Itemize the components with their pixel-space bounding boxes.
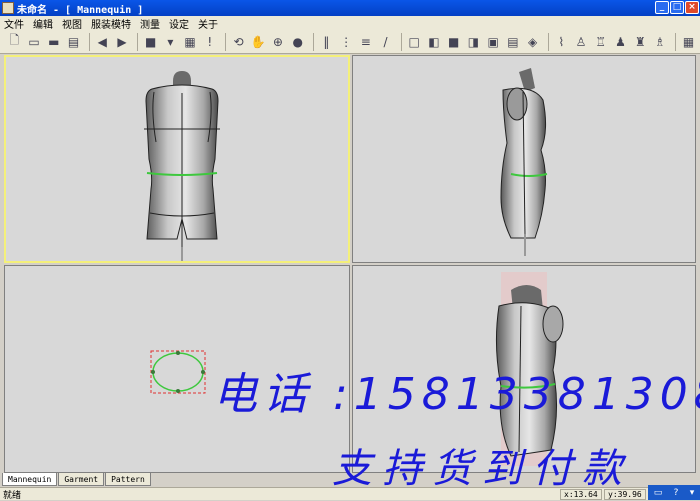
- toolbar-separator: [225, 32, 227, 51]
- menu-file[interactable]: 文件: [0, 16, 29, 31]
- ruler-ticks-icon[interactable]: ⋮: [338, 33, 355, 51]
- tray-menu-icon[interactable]: ▾: [690, 488, 695, 498]
- view-tabs: Mannequin Garment Pattern: [2, 473, 152, 487]
- menu-measure[interactable]: 测量: [136, 16, 165, 31]
- hint-icon[interactable]: !: [201, 33, 218, 51]
- waist-outline: [152, 352, 204, 392]
- rotate-icon[interactable]: ⟲: [230, 33, 247, 51]
- maximize-button[interactable]: □: [670, 1, 684, 14]
- close-button[interactable]: ×: [685, 1, 699, 14]
- title-bar: 未命名 - [ Mannequin ] _ □ ×: [0, 0, 700, 16]
- toolbar-separator: [137, 32, 139, 51]
- list-icon[interactable]: ≡: [357, 33, 374, 51]
- menu-mannequin[interactable]: 服装模特: [87, 16, 136, 31]
- measure-body-icon[interactable]: ⌇: [553, 33, 570, 51]
- cube-icon[interactable]: ■: [142, 33, 159, 51]
- side-mannequin: [500, 68, 548, 256]
- front-mannequin: [144, 71, 220, 261]
- minimize-button[interactable]: _: [655, 1, 669, 14]
- grid-icon[interactable]: ▦: [680, 33, 697, 51]
- top-view[interactable]: [4, 265, 350, 473]
- view-back-icon[interactable]: ■: [445, 33, 462, 51]
- torso-icon[interactable]: ♟: [612, 33, 629, 51]
- view-iso-icon[interactable]: ◈: [524, 33, 541, 51]
- view-left-icon[interactable]: ◧: [426, 33, 443, 51]
- toolbar-separator: [675, 32, 677, 51]
- body-outline-icon[interactable]: ♖: [592, 33, 609, 51]
- app-icon: [2, 2, 14, 14]
- help-icon[interactable]: ?: [674, 488, 679, 498]
- prev-icon[interactable]: ◀: [94, 33, 111, 51]
- top-outline: [150, 350, 206, 394]
- tab-garment[interactable]: Garment: [58, 473, 105, 486]
- view-top-icon[interactable]: ▣: [485, 33, 502, 51]
- zoom-icon[interactable]: ⊕: [270, 33, 287, 51]
- perspective-mannequin: [495, 272, 564, 466]
- window-title: 未命名 - [ Mannequin ]: [17, 4, 144, 16]
- dress-form-icon[interactable]: ♗: [652, 33, 669, 51]
- view-front-icon[interactable]: □: [406, 33, 423, 51]
- ruler-vertical-icon[interactable]: ‖: [318, 33, 335, 51]
- front-view[interactable]: [4, 55, 350, 263]
- toolbar-separator: [547, 32, 549, 51]
- new-file-icon[interactable]: 🗋: [6, 33, 23, 51]
- toolbar: 🗋 ▭ ▬ ▤ ◀ ▶ ■ ▾ ▦! ⟲ ✋ ⊕ ● ‖ ⋮ ≡ / □ ◧ ■ ◨ ▣ ▤ ◈ ⌇ ♙ ♖ ♟ ♜ ♗ ▦: [0, 30, 700, 54]
- grid-view-icon[interactable]: ▦: [182, 33, 199, 51]
- menu-about[interactable]: 关于: [194, 16, 223, 31]
- menu-edit[interactable]: 编辑: [29, 16, 58, 31]
- status-text: 就绪: [3, 490, 22, 501]
- keyboard-icon[interactable]: ▭: [654, 488, 663, 498]
- next-icon[interactable]: ▶: [114, 33, 131, 51]
- tab-mannequin[interactable]: Mannequin: [2, 473, 58, 486]
- perspective-view[interactable]: [352, 265, 696, 473]
- selection-box: [150, 350, 206, 394]
- status-bar: 就绪 x:13.64 y:39.96: [0, 487, 700, 501]
- toolbar-separator: [400, 32, 402, 51]
- open-file-icon[interactable]: ▭: [26, 33, 43, 51]
- dropdown-icon[interactable]: ▾: [162, 33, 179, 51]
- menu-bar: 文件 编辑 视图 服装模特 测量 设定 关于: [0, 16, 700, 31]
- tray-icons: ▭ ? ▾: [648, 485, 700, 500]
- tab-pattern[interactable]: Pattern: [105, 473, 151, 486]
- side-view[interactable]: [352, 55, 696, 263]
- save-icon[interactable]: ▬: [45, 33, 62, 51]
- view-bottom-icon[interactable]: ▤: [505, 33, 522, 51]
- torso-color-icon[interactable]: ♜: [632, 33, 649, 51]
- body-front-icon[interactable]: ♙: [573, 33, 590, 51]
- coord-y: y:39.96: [604, 489, 646, 500]
- pencil-icon[interactable]: /: [377, 33, 394, 51]
- view-right-icon[interactable]: ◨: [465, 33, 482, 51]
- menu-view[interactable]: 视图: [58, 16, 87, 31]
- import-icon[interactable]: ▤: [65, 33, 82, 51]
- toolbar-separator: [313, 32, 314, 51]
- sphere-icon[interactable]: ●: [289, 33, 306, 51]
- menu-settings[interactable]: 设定: [165, 16, 194, 31]
- toolbar-separator: [88, 32, 90, 51]
- coord-x: x:13.64: [560, 489, 602, 500]
- hand-icon[interactable]: ✋: [250, 33, 267, 51]
